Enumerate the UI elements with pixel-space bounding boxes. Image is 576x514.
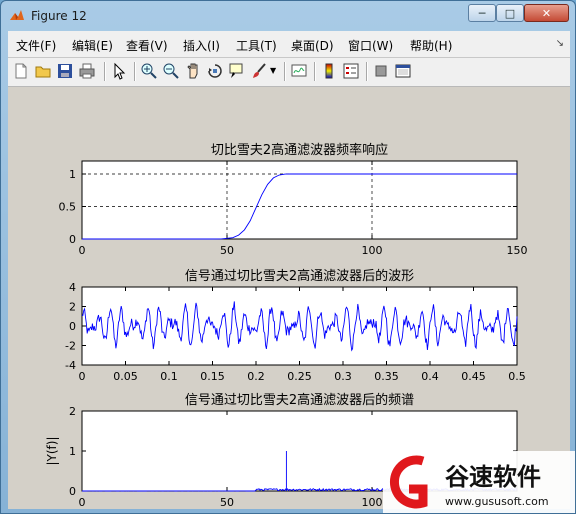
y-tick-label: 0 [69, 485, 76, 498]
rotate-3d-icon[interactable] [206, 62, 224, 80]
plot-title: 信号通过切比雪夫2高通滤波器后的波形 [185, 268, 414, 284]
toolbar-separator [284, 62, 286, 81]
x-tick-label: 0.45 [461, 370, 486, 383]
menu-view[interactable]: 查看(V) [126, 37, 168, 54]
save-icon[interactable] [56, 62, 74, 80]
y-tick-label: 1 [69, 168, 76, 181]
watermark: 谷速软件 www.gususoft.com [383, 451, 575, 513]
link-plot-icon[interactable] [290, 62, 308, 80]
y-tick-label: 1 [69, 445, 76, 458]
y-tick-label: -2 [65, 340, 76, 353]
zoom-out-icon[interactable] [162, 62, 180, 80]
toolbar-separator [104, 62, 106, 81]
menu-desktop[interactable]: 桌面(D) [291, 37, 334, 54]
axes-box [81, 160, 518, 240]
menu-help[interactable]: 帮助(H) [410, 37, 452, 54]
plot-title: 信号通过切比雪夫2高通滤波器后的频谱 [185, 392, 414, 408]
x-tick-label: 100 [362, 496, 383, 509]
maximize-button[interactable]: □ [496, 4, 524, 22]
watermark-url: www.gususoft.com [445, 495, 549, 508]
y-axis-label: |Y(f)| [45, 436, 59, 465]
x-tick-label: 100 [362, 244, 383, 257]
watermark-logo-icon: 谷速软件 www.gususoft.com [383, 451, 575, 513]
x-tick-label: 50 [220, 496, 234, 509]
menu-overflow-icon[interactable]: ↘ [556, 38, 564, 49]
menu-tools[interactable]: 工具(T) [236, 37, 277, 54]
menu-insert[interactable]: 插入(I) [183, 37, 220, 54]
plot-1: 0 50 100 150 0 0.5 1 切比雪夫2高通滤波器频率响应 [59, 142, 528, 257]
x-tick-label: 0.1 [160, 370, 178, 383]
figure-canvas: 0 50 100 150 0 0.5 1 切比雪夫2高通滤波器频率响应 0 0.05 0.1 0.15… [8, 87, 570, 513]
toolbar-separator [366, 62, 368, 81]
brush-icon[interactable] [250, 62, 268, 80]
toolbar: ▼ [8, 58, 570, 87]
x-tick-label: 0.2 [247, 370, 265, 383]
title-bar[interactable]: Figure 12 ─ □ ✕ [1, 1, 575, 31]
axes-box [81, 286, 518, 366]
menu-edit[interactable]: 编辑(E) [72, 37, 113, 54]
x-tick-label: 0.35 [374, 370, 399, 383]
pointer-icon[interactable] [110, 62, 128, 80]
x-tick-label: 0 [79, 370, 86, 383]
matlab-logo-icon [9, 8, 25, 24]
y-tick-label: -4 [65, 359, 76, 372]
plots-svg: 0 50 100 15000.51切比雪夫2高通滤波器频率响应0 0.05 0.1 0.15… [45, 142, 528, 513]
figure-window: Figure 12 ─ □ ✕ 文件(F) 编辑(E) 查看(V) 插入(I) … [0, 0, 576, 514]
x-tick-label: 0.3 [334, 370, 352, 383]
window-client: 文件(F) 编辑(E) 查看(V) 插入(I) 工具(T) 桌面(D) 窗口(W… [8, 31, 570, 513]
hide-plot-tools-icon[interactable] [372, 62, 390, 80]
x-tick-label: 0.05 [113, 370, 138, 383]
menu-file[interactable]: 文件(F) [16, 37, 56, 54]
new-figure-icon[interactable] [12, 62, 30, 80]
menu-window[interactable]: 窗口(W) [348, 37, 393, 54]
y-tick-label: 0 [69, 320, 76, 333]
y-tick-label: 2 [69, 301, 76, 314]
x-tick-label: 0.5 [508, 370, 526, 383]
data-cursor-icon[interactable] [228, 62, 246, 80]
toolbar-separator [314, 62, 316, 81]
watermark-brand: 谷速软件 [445, 463, 541, 491]
x-tick-label: 50 [220, 244, 234, 257]
y-tick-label: 0.5 [59, 201, 77, 214]
y-tick-label: 0 [69, 233, 76, 246]
minimize-button[interactable]: ─ [468, 4, 496, 22]
open-file-icon[interactable] [34, 62, 52, 80]
pan-icon[interactable] [184, 62, 202, 80]
print-icon[interactable] [78, 62, 96, 80]
x-tick-label: 0 [79, 496, 86, 509]
x-tick-label: 0 [79, 244, 86, 257]
show-plot-tools-icon[interactable] [394, 62, 412, 80]
x-tick-label: 0.4 [421, 370, 439, 383]
x-tick-label: 0.25 [287, 370, 312, 383]
colorbar-icon[interactable] [320, 62, 338, 80]
x-tick-label: 150 [507, 244, 528, 257]
toolbar-separator [134, 62, 136, 81]
plot-title: 切比雪夫2高通滤波器频率响应 [211, 142, 388, 158]
y-tick-label: 2 [69, 405, 76, 418]
close-button[interactable]: ✕ [524, 4, 569, 22]
legend-icon[interactable] [342, 62, 360, 80]
zoom-in-icon[interactable] [140, 62, 158, 80]
window-title: Figure 12 [31, 9, 87, 23]
plot-2: 0 0.05 0.1 0.15 0.2 0.25 0.3 0.35 0.4 0.45 0.5 -4 -2… [65, 268, 526, 383]
brush-menu-chevron-icon[interactable]: ▼ [270, 62, 278, 80]
menu-bar: 文件(F) 编辑(E) 查看(V) 插入(I) 工具(T) 桌面(D) 窗口(W… [8, 31, 570, 58]
y-tick-label: 4 [69, 281, 76, 294]
x-tick-label: 0.15 [200, 370, 225, 383]
